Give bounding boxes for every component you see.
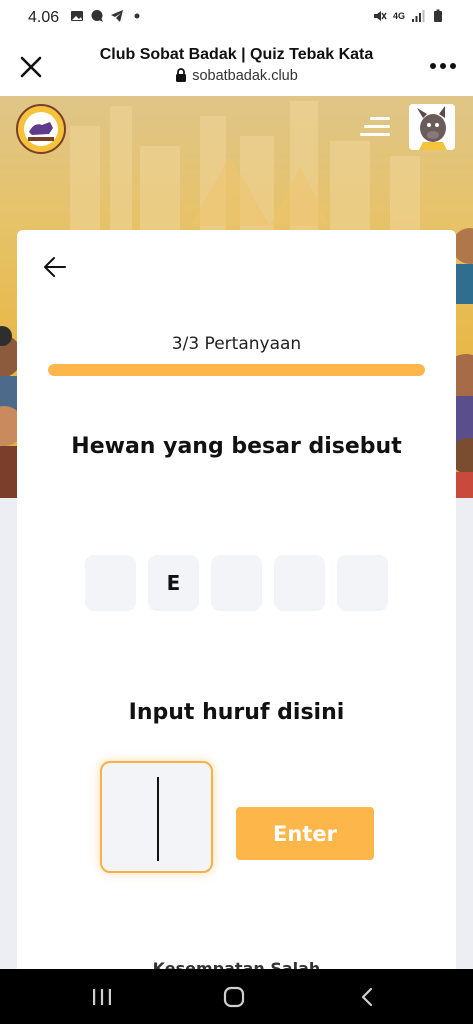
network-4g-icon: 4G: [392, 11, 405, 21]
club-logo[interactable]: [16, 104, 66, 154]
answer-slot: E: [148, 555, 199, 611]
signal-icon: [412, 10, 425, 22]
answer-slot: [274, 555, 325, 611]
answer-slot: [211, 555, 262, 611]
back-nav-icon[interactable]: [356, 986, 380, 1008]
chat-bubble-icon: [91, 10, 103, 22]
text-caret: [157, 777, 159, 861]
progress-label: 3/3 Pertanyaan: [171, 334, 302, 354]
input-label: Input huruf disini: [128, 700, 345, 725]
status-time: 4.06: [28, 9, 60, 26]
lock-icon: [176, 68, 187, 82]
browser-title: Club Sobat Badak | Quiz Tebak Kata: [99, 46, 374, 63]
answer-slots: E: [85, 555, 388, 611]
image-icon: [71, 11, 83, 21]
progress-fill: [48, 364, 425, 376]
battery-icon: [434, 9, 442, 22]
progress-bar: [48, 364, 425, 376]
question-text: Hewan yang besar disebut: [71, 434, 402, 459]
back-arrow-icon[interactable]: [41, 254, 69, 280]
home-icon[interactable]: [222, 986, 246, 1008]
rhino-mascot-icon: [409, 104, 455, 150]
recent-apps-icon[interactable]: [90, 986, 114, 1008]
letter-input[interactable]: [100, 761, 213, 873]
browser-toolbar: Club Sobat Badak | Quiz Tebak Kata sobat…: [0, 36, 473, 97]
enter-button[interactable]: Enter: [236, 807, 374, 860]
wrong-chances-label: Kesempatan Salah: [152, 959, 321, 969]
mute-icon: [373, 11, 387, 21]
more-options-icon[interactable]: [429, 56, 457, 76]
quiz-card: 3/3 Pertanyaan Hewan yang besar disebut …: [17, 230, 456, 969]
status-icons-left: [70, 9, 144, 23]
user-avatar[interactable]: [409, 104, 455, 150]
answer-slot: [337, 555, 388, 611]
close-icon[interactable]: [16, 52, 46, 82]
system-nav-bar: [0, 969, 473, 1024]
url-text: sobatbadak.club: [192, 68, 298, 84]
menu-icon[interactable]: [360, 116, 390, 138]
browser-url[interactable]: sobatbadak.club: [60, 68, 413, 84]
answer-slot: [85, 555, 136, 611]
telegram-icon: [111, 10, 123, 22]
status-bar: 4.06 4G: [0, 0, 473, 36]
dot-icon: [134, 13, 140, 19]
status-icons-right: 4G: [373, 9, 445, 23]
